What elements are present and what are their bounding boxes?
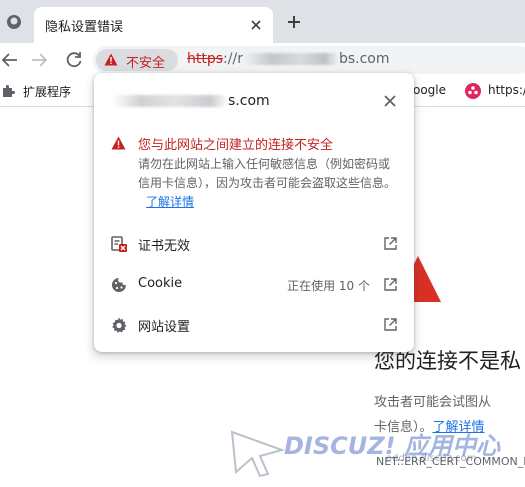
- warning-triangle-icon: [111, 136, 126, 150]
- bookmark-extensions[interactable]: 扩展程序: [23, 83, 71, 100]
- bookmark-favicon-icon: [465, 83, 481, 99]
- learn-more-link[interactable]: 了解详情: [146, 195, 194, 209]
- url-text[interactable]: https://r bs.com: [187, 51, 389, 67]
- tab-title: 隐私设置错误: [45, 20, 124, 35]
- watermark-sub: addon.discuz.com: [386, 453, 477, 464]
- url-scheme: https: [187, 51, 224, 67]
- popup-host-suffix: s.com: [228, 93, 270, 109]
- cookie-icon: [112, 278, 126, 292]
- cookie-label: Cookie: [138, 276, 183, 291]
- address-bar[interactable]: 不安全 https://r bs.com: [93, 46, 525, 74]
- page-text-line1: 攻击者可能会试图从: [374, 395, 492, 410]
- url-redaction: [242, 53, 339, 65]
- forward-arrow-icon[interactable]: [29, 50, 49, 70]
- certificate-label: 证书无效: [138, 239, 191, 254]
- tab-strip: 隐私设置错误: [0, 0, 525, 43]
- bookmark-https[interactable]: https:/: [488, 83, 525, 97]
- warning-triangle-icon: [104, 53, 118, 66]
- popup-hostname: s.com: [112, 93, 270, 109]
- close-icon[interactable]: [383, 94, 397, 108]
- puzzle-piece-icon: [3, 85, 15, 97]
- site-settings-label: 网站设置: [138, 320, 191, 335]
- site-settings-row[interactable]: 网站设置: [94, 304, 414, 344]
- bookmark-google[interactable]: oogle: [413, 83, 446, 97]
- external-link-icon: [384, 237, 397, 250]
- certificate-row[interactable]: 证书无效: [94, 223, 414, 263]
- certificate-error-icon: [111, 236, 127, 252]
- url-prefix: ://r: [223, 51, 243, 67]
- url-suffix: bs.com: [338, 51, 390, 67]
- security-chip[interactable]: 不安全: [96, 49, 178, 71]
- external-link-icon: [384, 318, 397, 331]
- connection-warning-body: 请勿在此网站上输入任何敏感信息（例如密码或信用卡信息），因为攻击者可能会盗取这些…: [138, 157, 397, 190]
- cookie-count: 正在使用 10 个: [287, 279, 370, 293]
- hostname-redaction: [112, 95, 228, 107]
- popup-divider: [94, 217, 414, 218]
- close-tab-icon[interactable]: [248, 17, 264, 33]
- new-tab-icon[interactable]: [285, 13, 303, 31]
- gear-icon: [112, 317, 127, 333]
- watermark: DISCUZ! 应用中心 addon.discuz.com: [228, 420, 525, 480]
- site-info-popup: s.com 您与此网站之间建立的连接不安全 请勿在此网站上输入任何敏感信息（例如…: [94, 73, 414, 352]
- security-chip-label: 不安全: [126, 56, 166, 71]
- toolbar: 不安全 https://r bs.com: [0, 43, 525, 77]
- external-link-icon: [384, 278, 397, 291]
- active-tab[interactable]: 隐私设置错误: [34, 7, 273, 43]
- watermark-arrow-logo: [230, 430, 286, 478]
- cookie-row[interactable]: Cookie 正在使用 10 个: [94, 264, 414, 304]
- reload-icon[interactable]: [64, 50, 84, 70]
- back-arrow-icon[interactable]: [0, 50, 20, 70]
- tab-search-icon[interactable]: [6, 14, 22, 30]
- connection-warning-title: 您与此网站之间建立的连接不安全: [138, 138, 334, 153]
- connection-warning-text: 请勿在此网站上输入任何敏感信息（例如密码或信用卡信息），因为攻击者可能会盗取这些…: [138, 155, 400, 212]
